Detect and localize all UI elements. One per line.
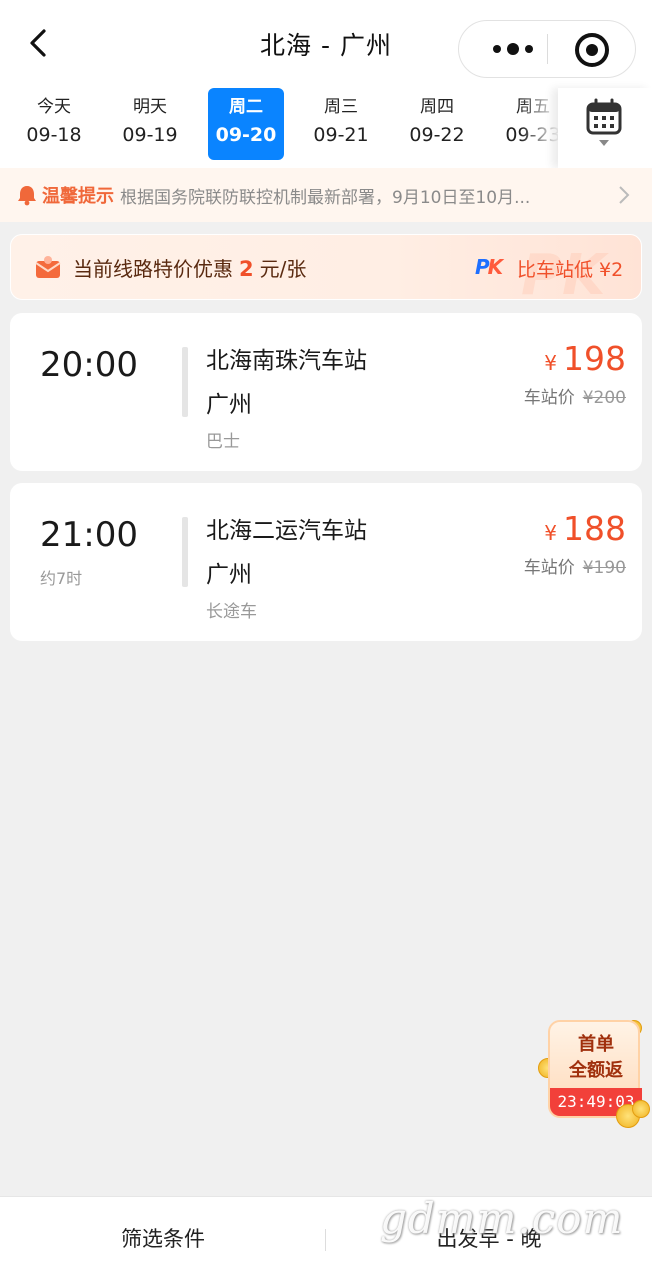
price-amount: 198 bbox=[563, 339, 626, 378]
trip-card[interactable]: 20:00 北海南珠汽车站 广州 巴士 ¥198 车站价 ¥200 bbox=[10, 313, 642, 471]
pk-icon: PK bbox=[475, 255, 503, 279]
destination: 广州 bbox=[206, 392, 252, 418]
trip-duration: 约7时 bbox=[40, 569, 83, 588]
date-selector: 今天 09-18 明天 09-19 周二 09-20 周三 09-21 周四 0… bbox=[0, 88, 652, 168]
calendar-button[interactable] bbox=[558, 88, 652, 168]
date-tab-weekday: 明天 bbox=[133, 97, 167, 117]
currency-symbol: ¥ bbox=[544, 351, 557, 375]
station-price-value: ¥200 bbox=[582, 388, 626, 408]
departure-time: 20:00 bbox=[40, 345, 138, 385]
promo-prefix: 当前线路特价优惠 bbox=[73, 257, 233, 281]
station-price-label: 车站价 bbox=[523, 388, 575, 408]
gift-icon bbox=[35, 256, 61, 278]
date-tab-1[interactable]: 明天 09-19 bbox=[112, 88, 188, 160]
date-tab-weekday: 周二 bbox=[229, 97, 263, 117]
date-tab-date: 09-18 bbox=[26, 124, 82, 146]
promo-banner: PK 当前线路特价优惠 2 元/张 PK 比车站低 ¥2 bbox=[10, 234, 642, 300]
pk-compare-text: 比车站低 ¥2 bbox=[517, 259, 624, 281]
station-price-value: ¥190 bbox=[582, 558, 626, 578]
vehicle-type: 巴士 bbox=[206, 432, 240, 452]
trip-card[interactable]: 21:00 约7时 北海二运汽车站 广州 长途车 ¥188 车站价 ¥190 bbox=[10, 483, 642, 641]
more-dots-icon[interactable] bbox=[479, 21, 547, 77]
station-price-label: 车站价 bbox=[523, 558, 575, 578]
filter-button[interactable]: 筛选条件 bbox=[0, 1223, 326, 1253]
chevron-right-icon bbox=[619, 186, 630, 204]
promo-amount: 2 bbox=[239, 257, 254, 281]
ticket-price: ¥198 bbox=[544, 339, 626, 378]
bell-icon bbox=[18, 186, 36, 206]
departure-time: 21:00 bbox=[40, 515, 138, 555]
date-tab-weekday: 今天 bbox=[37, 97, 71, 117]
date-tab-date: 09-19 bbox=[122, 124, 178, 146]
vehicle-type: 长途车 bbox=[206, 602, 257, 622]
date-tab-date: 09-21 bbox=[313, 124, 369, 146]
target-icon[interactable] bbox=[575, 33, 609, 67]
coin-icon bbox=[632, 1100, 650, 1118]
date-tab-4[interactable]: 周四 09-22 bbox=[399, 88, 475, 160]
cashback-float-badge[interactable]: 首单 全额返 23:49:03 bbox=[536, 1016, 652, 1132]
destination: 广州 bbox=[206, 562, 252, 588]
mini-program-capsule bbox=[458, 20, 636, 78]
date-scroll-fade bbox=[520, 88, 560, 168]
date-tab-weekday: 周三 bbox=[324, 97, 358, 117]
calendar-icon bbox=[586, 98, 622, 135]
notice-banner[interactable]: 温馨提示 根据国务院联防联控机制最新部署，9月10日至10月... bbox=[0, 168, 652, 222]
station-price: 车站价 ¥190 bbox=[524, 553, 626, 578]
notice-title: 温馨提示 bbox=[42, 186, 114, 207]
route-divider bbox=[182, 517, 188, 587]
date-tab-date: 09-22 bbox=[409, 124, 465, 146]
cashback-line2: 全额返 bbox=[569, 1060, 623, 1081]
route-divider bbox=[182, 347, 188, 417]
price-amount: 188 bbox=[563, 509, 626, 548]
capsule-divider bbox=[547, 34, 548, 64]
caret-down-icon bbox=[599, 140, 609, 146]
origin-station: 北海南珠汽车站 bbox=[206, 348, 367, 374]
header: 北海 - 广州 bbox=[0, 0, 652, 88]
site-watermark: gdmm.com bbox=[380, 1194, 624, 1243]
currency-symbol: ¥ bbox=[544, 521, 557, 545]
date-tab-3[interactable]: 周三 09-21 bbox=[303, 88, 379, 160]
date-tab-date: 09-20 bbox=[215, 124, 277, 146]
date-tab-weekday: 周四 bbox=[420, 97, 454, 117]
station-price: 车站价 ¥200 bbox=[524, 383, 626, 408]
promo-text: 当前线路特价优惠 2 元/张 bbox=[73, 253, 306, 282]
origin-station: 北海二运汽车站 bbox=[206, 518, 367, 544]
cashback-line1: 首单 bbox=[578, 1034, 614, 1055]
date-tab-0[interactable]: 今天 09-18 bbox=[16, 88, 92, 160]
ticket-price: ¥188 bbox=[544, 509, 626, 548]
notice-text: 根据国务院联防联控机制最新部署，9月10日至10月... bbox=[120, 187, 531, 208]
date-tab-2-selected[interactable]: 周二 09-20 bbox=[208, 88, 284, 160]
promo-unit: 元/张 bbox=[259, 257, 307, 281]
